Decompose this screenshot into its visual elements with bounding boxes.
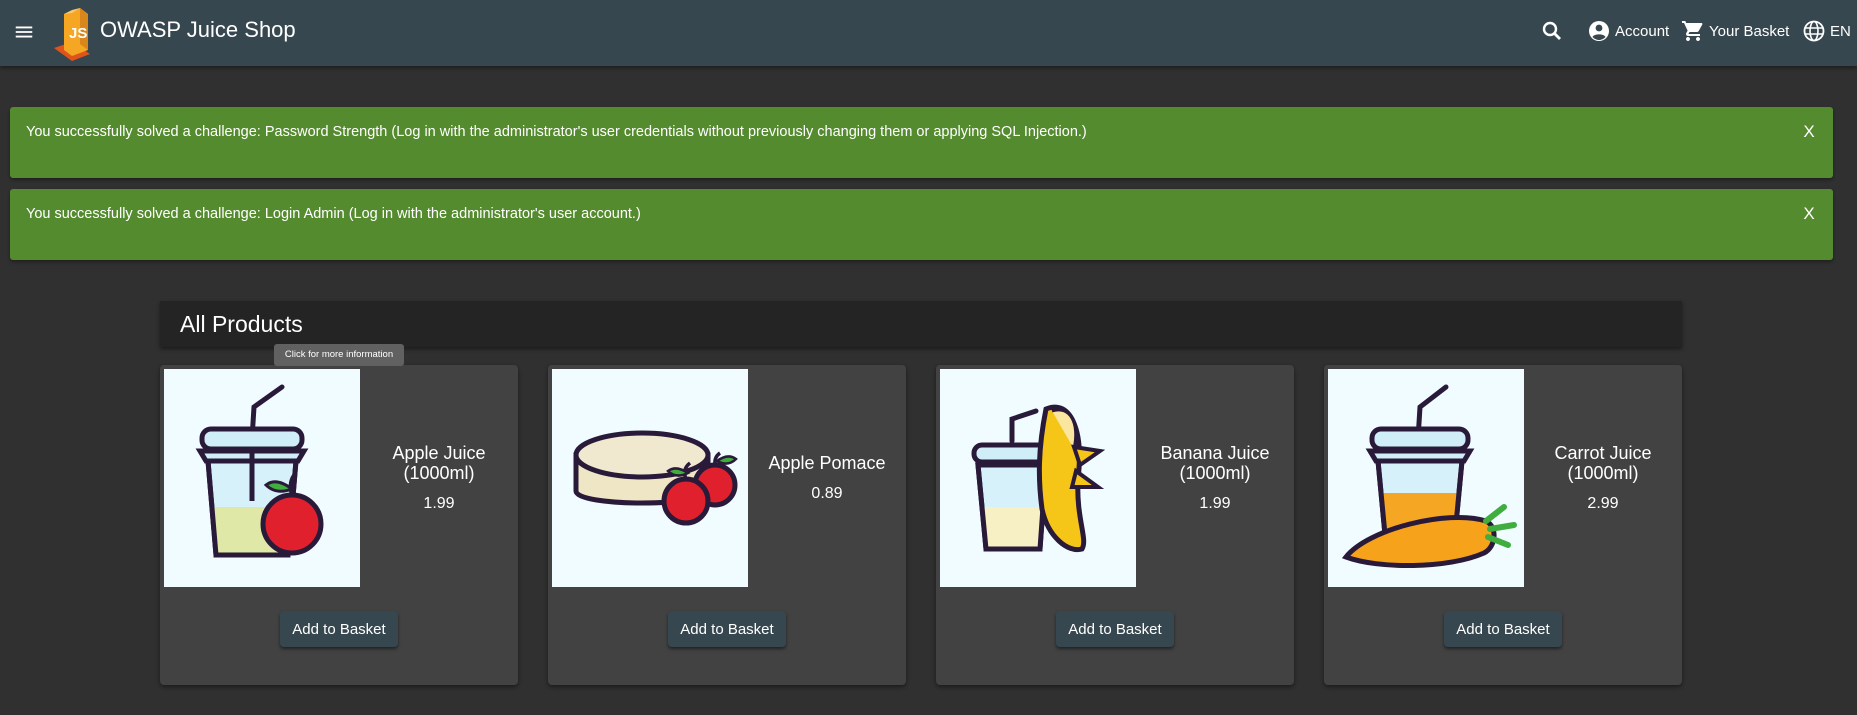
product-name: Apple Juice (1000ml) <box>392 443 486 483</box>
add-to-basket-button[interactable]: Add to Basket <box>1056 611 1174 647</box>
carrot-juice-image <box>1341 384 1517 568</box>
banana-juice-image <box>971 404 1106 553</box>
challenge-solved-banner: You successfully solved a challenge: Log… <box>10 189 1833 260</box>
apple-juice-image <box>195 384 324 558</box>
product-info[interactable]: Carrot Juice (1000ml) 2.99 <box>1524 365 1682 591</box>
challenge-solved-banner: You successfully solved a challenge: Pas… <box>10 107 1833 178</box>
apple-pomace-image <box>573 430 738 526</box>
juice-shop-logo[interactable]: JS <box>50 4 100 62</box>
banner-close-button[interactable]: X <box>1799 204 1819 224</box>
product-price: 0.89 <box>811 485 843 502</box>
product-image[interactable] <box>164 369 360 587</box>
product-name: Apple Pomace <box>768 453 886 473</box>
language-label: EN <box>1830 22 1851 40</box>
menu-icon <box>15 26 33 38</box>
products-header: All Products <box>160 301 1682 347</box>
banner-message: You successfully solved a challenge: Log… <box>26 206 641 222</box>
language-button[interactable]: EN <box>1802 18 1851 44</box>
product-price: 2.99 <box>1587 495 1619 512</box>
search-icon <box>1542 21 1561 40</box>
app-title[interactable]: OWASP Juice Shop <box>100 17 296 43</box>
more-info-tooltip: Click for more information <box>274 344 404 366</box>
product-price: 1.99 <box>1199 495 1231 512</box>
search-button[interactable] <box>1540 18 1568 44</box>
product-image[interactable] <box>940 369 1136 587</box>
add-to-basket-button[interactable]: Add to Basket <box>668 611 786 647</box>
svg-text:JS: JS <box>69 25 87 42</box>
product-info[interactable]: Banana Juice (1000ml) 1.99 <box>1136 365 1294 591</box>
product-card-apple-pomace[interactable]: Apple Pomace 0.89 Add to Basket <box>548 365 906 685</box>
page-title: All Products <box>180 311 303 337</box>
product-name: Banana Juice (1000ml) <box>1160 443 1270 483</box>
add-to-basket-button[interactable]: Add to Basket <box>1444 611 1562 647</box>
banner-message: You successfully solved a challenge: Pas… <box>26 124 1087 140</box>
product-price: 1.99 <box>423 495 455 512</box>
product-name: Carrot Juice (1000ml) <box>1554 443 1652 483</box>
basket-label: Your Basket <box>1709 22 1790 40</box>
basket-button[interactable]: Your Basket <box>1681 18 1789 44</box>
menu-button[interactable] <box>6 14 42 50</box>
product-image[interactable] <box>1328 369 1524 587</box>
language-icon <box>1803 20 1825 42</box>
product-info[interactable]: Apple Juice (1000ml) 1.99 <box>360 365 518 591</box>
product-card-banana-juice[interactable]: Banana Juice (1000ml) 1.99 Add to Basket <box>936 365 1294 685</box>
add-to-basket-button[interactable]: Add to Basket <box>280 611 398 647</box>
product-card-apple-juice[interactable]: Apple Juice (1000ml) 1.99 Add to Basket <box>160 365 518 685</box>
account-button[interactable]: Account <box>1587 18 1669 44</box>
cart-icon <box>1682 21 1703 41</box>
account-icon <box>1589 21 1609 41</box>
top-toolbar: JS OWASP Juice Shop Account Your Basket … <box>0 0 1857 66</box>
banner-close-button[interactable]: X <box>1799 122 1819 142</box>
product-info[interactable]: Apple Pomace 0.89 <box>748 365 906 591</box>
product-image[interactable] <box>552 369 748 587</box>
product-card-carrot-juice[interactable]: Carrot Juice (1000ml) 2.99 Add to Basket <box>1324 365 1682 685</box>
account-label: Account <box>1615 22 1670 40</box>
